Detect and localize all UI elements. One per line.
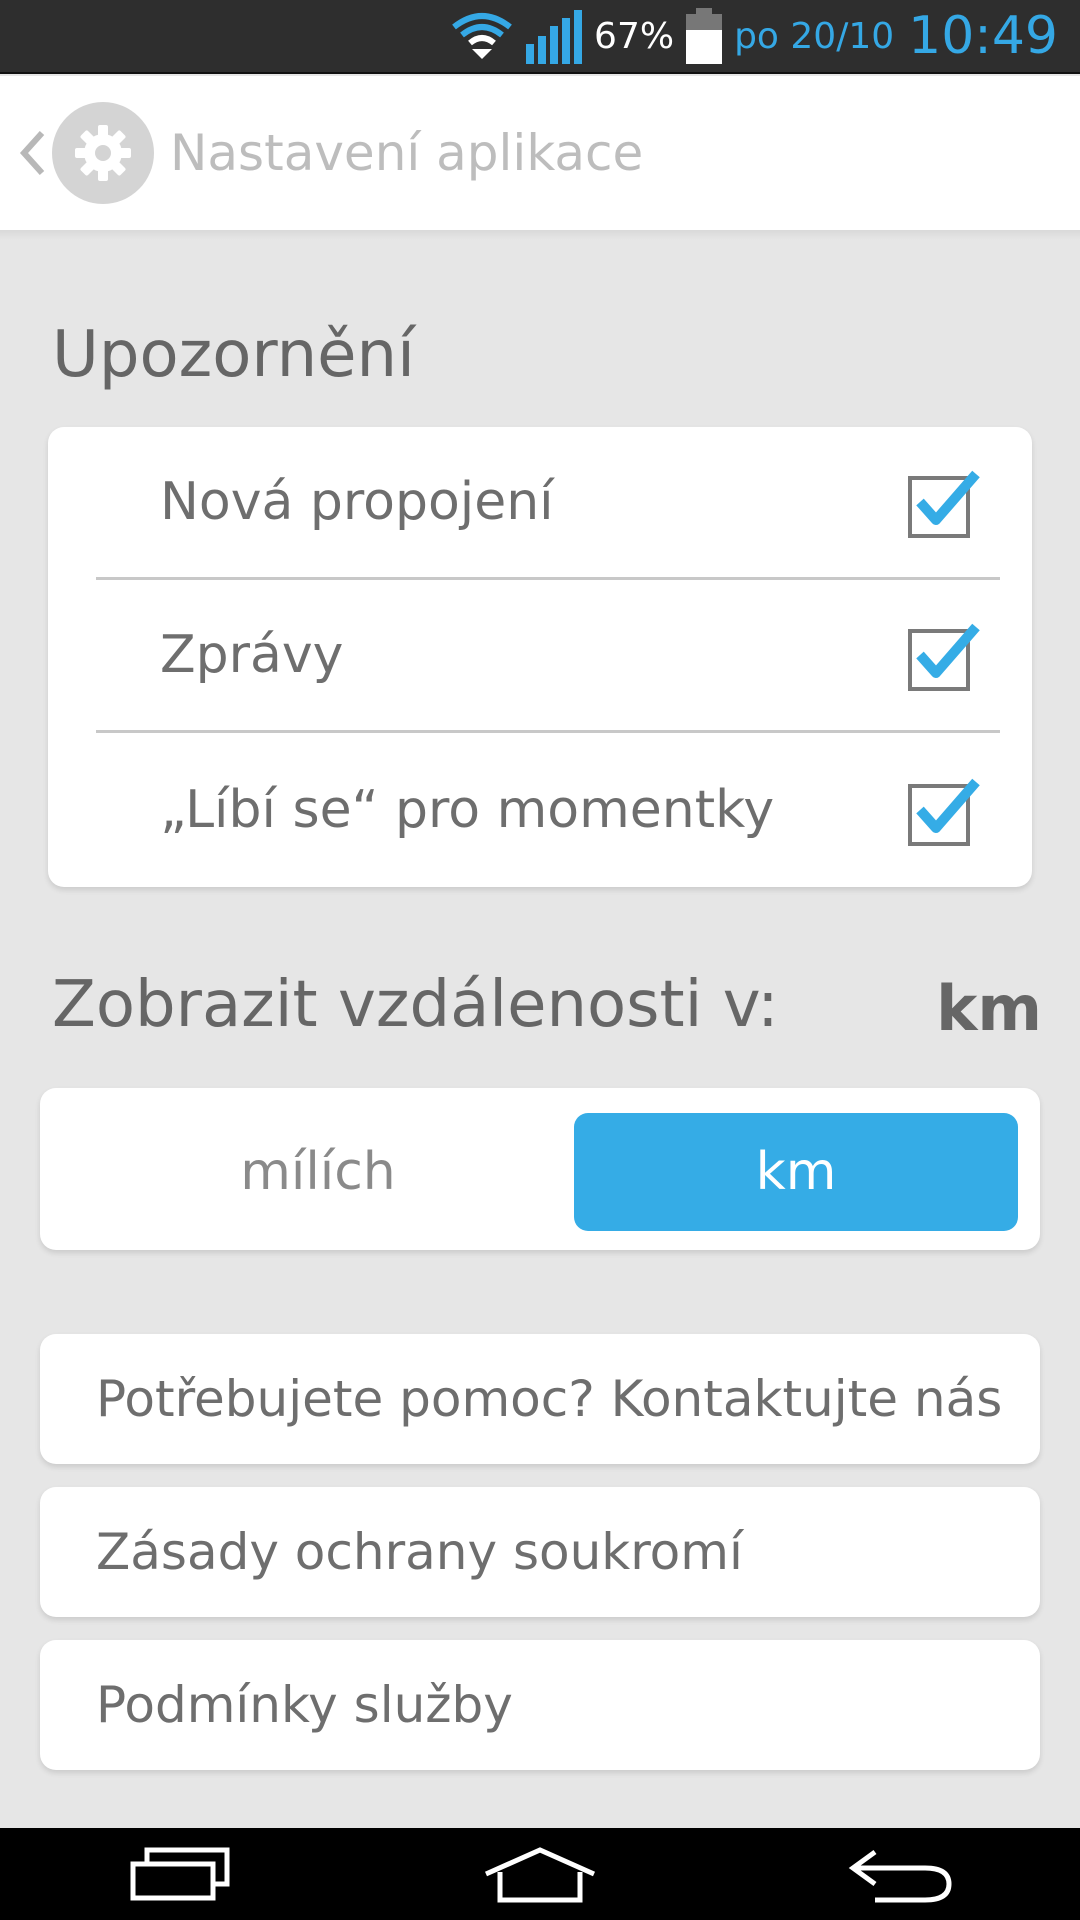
status-clock: 10:49: [908, 6, 1058, 66]
checkbox-new-connections[interactable]: [906, 464, 982, 540]
unit-toggle: mílích km: [40, 1088, 1040, 1250]
notif-row-messages[interactable]: Zprávy: [96, 580, 1000, 733]
app-header: Nastavení aplikace: [0, 76, 1080, 230]
wifi-icon: [450, 11, 514, 61]
notif-row-likes[interactable]: „Líbí se“ pro momentky: [96, 733, 1000, 886]
checkbox-likes[interactable]: [906, 772, 982, 848]
distance-title: Zobrazit vzdálenosti v:: [52, 968, 779, 1042]
page-title: Nastavení aplikace: [170, 124, 644, 182]
header-shadow: [0, 230, 1080, 240]
notif-label: Zprávy: [160, 625, 344, 685]
unit-option-miles[interactable]: mílích: [96, 1113, 540, 1231]
system-nav-bar: [0, 1828, 1080, 1920]
battery-icon: [684, 8, 724, 64]
notif-label: „Líbí se“ pro momentky: [160, 779, 775, 840]
terms-of-service-link[interactable]: Podmínky služby: [40, 1640, 1040, 1770]
recent-apps-icon[interactable]: [110, 1839, 250, 1909]
gear-icon[interactable]: [52, 102, 154, 204]
notifications-card: Nová propojení Zprávy „Líbí se“ pro mome…: [48, 427, 1032, 887]
checkbox-messages[interactable]: [906, 617, 982, 693]
status-bar: 67% po 20/10 10:49: [0, 0, 1080, 74]
battery-percent: 67%: [594, 15, 675, 57]
back-icon[interactable]: [830, 1839, 970, 1909]
privacy-policy-link[interactable]: Zásady ochrany soukromí: [40, 1487, 1040, 1617]
chevron-left-icon[interactable]: [12, 123, 52, 183]
notifications-title: Upozornění: [52, 318, 415, 392]
home-icon[interactable]: [470, 1839, 610, 1909]
unit-option-km[interactable]: km: [574, 1113, 1018, 1231]
notif-label: Nová propojení: [160, 472, 554, 532]
status-date: po 20/10: [734, 15, 895, 57]
signal-icon: [524, 8, 584, 64]
distance-current-value: km: [936, 972, 1042, 1045]
notif-row-new-connections[interactable]: Nová propojení: [96, 427, 1000, 580]
help-contact-link[interactable]: Potřebujete pomoc? Kontaktujte nás: [40, 1334, 1040, 1464]
